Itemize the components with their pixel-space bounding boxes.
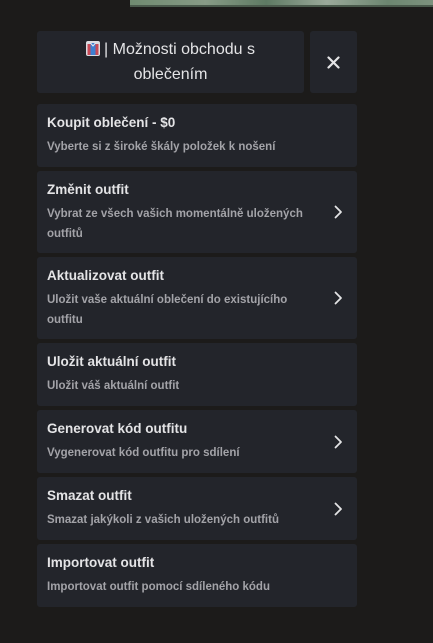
- menu-title-box: | Možnosti obchodu s oblečením: [37, 31, 304, 93]
- item-title: Importovat outfit: [47, 555, 155, 570]
- shirt-icon: [86, 41, 101, 56]
- menu-item-buy-clothing[interactable]: Koupit oblečení - $0 Vyberte si z široké…: [37, 104, 357, 167]
- chevron-right-icon: [334, 502, 342, 515]
- item-title: Aktualizovat outfit: [47, 267, 164, 283]
- menu-item-generate-outfit-code[interactable]: Generovat kód outfitu Vygenerovat kód ou…: [37, 410, 357, 473]
- game-background: [130, 0, 433, 7]
- chevron-right-icon: [334, 205, 342, 219]
- item-title: Generovat kód outfitu: [47, 421, 188, 436]
- menu-title-line: | Možnosti obchodu s oblečením: [51, 37, 290, 87]
- item-description: Importovat outfit pomocí sdíleného kódu: [47, 581, 270, 593]
- chevron-right-icon: [334, 435, 342, 448]
- clothing-shop-menu: | Možnosti obchodu s oblečením Koupit ob…: [37, 31, 357, 611]
- item-title: Koupit oblečení - $0: [47, 115, 176, 130]
- item-description: Smazat jakýkoli z vašich uložených outfi…: [47, 514, 279, 526]
- menu-item-delete-outfit[interactable]: Smazat outfit Smazat jakýkoli z vašich u…: [37, 477, 357, 540]
- close-button[interactable]: [310, 31, 357, 93]
- item-title: Smazat outfit: [47, 488, 132, 503]
- close-icon: [327, 55, 340, 69]
- item-title: Uložit aktuální outfit: [47, 354, 176, 369]
- menu-item-change-outfit[interactable]: Změnit outfit Vybrat ze všech vašich mom…: [37, 171, 357, 253]
- item-description: Uložit vaše aktuální oblečení do existuj…: [47, 293, 288, 326]
- item-description: Vybrat ze všech vašich momentálně uložen…: [47, 207, 303, 240]
- menu-title: | Možnosti obchodu s oblečením: [104, 41, 255, 83]
- menu-item-save-outfit[interactable]: Uložit aktuální outfit Uložit váš aktuál…: [37, 343, 357, 406]
- item-description: Vygenerovat kód outfitu pro sdílení: [47, 447, 240, 459]
- menu-item-update-outfit[interactable]: Aktualizovat outfit Uložit vaše aktuální…: [37, 257, 357, 339]
- menu-header: | Možnosti obchodu s oblečením: [37, 31, 357, 93]
- item-description: Uložit váš aktuální outfit: [47, 380, 180, 392]
- item-title: Změnit outfit: [47, 181, 129, 197]
- item-description: Vyberte si z široké škály položek k noše…: [47, 141, 276, 153]
- menu-item-import-outfit[interactable]: Importovat outfit Importovat outfit pomo…: [37, 544, 357, 607]
- chevron-right-icon: [334, 291, 342, 305]
